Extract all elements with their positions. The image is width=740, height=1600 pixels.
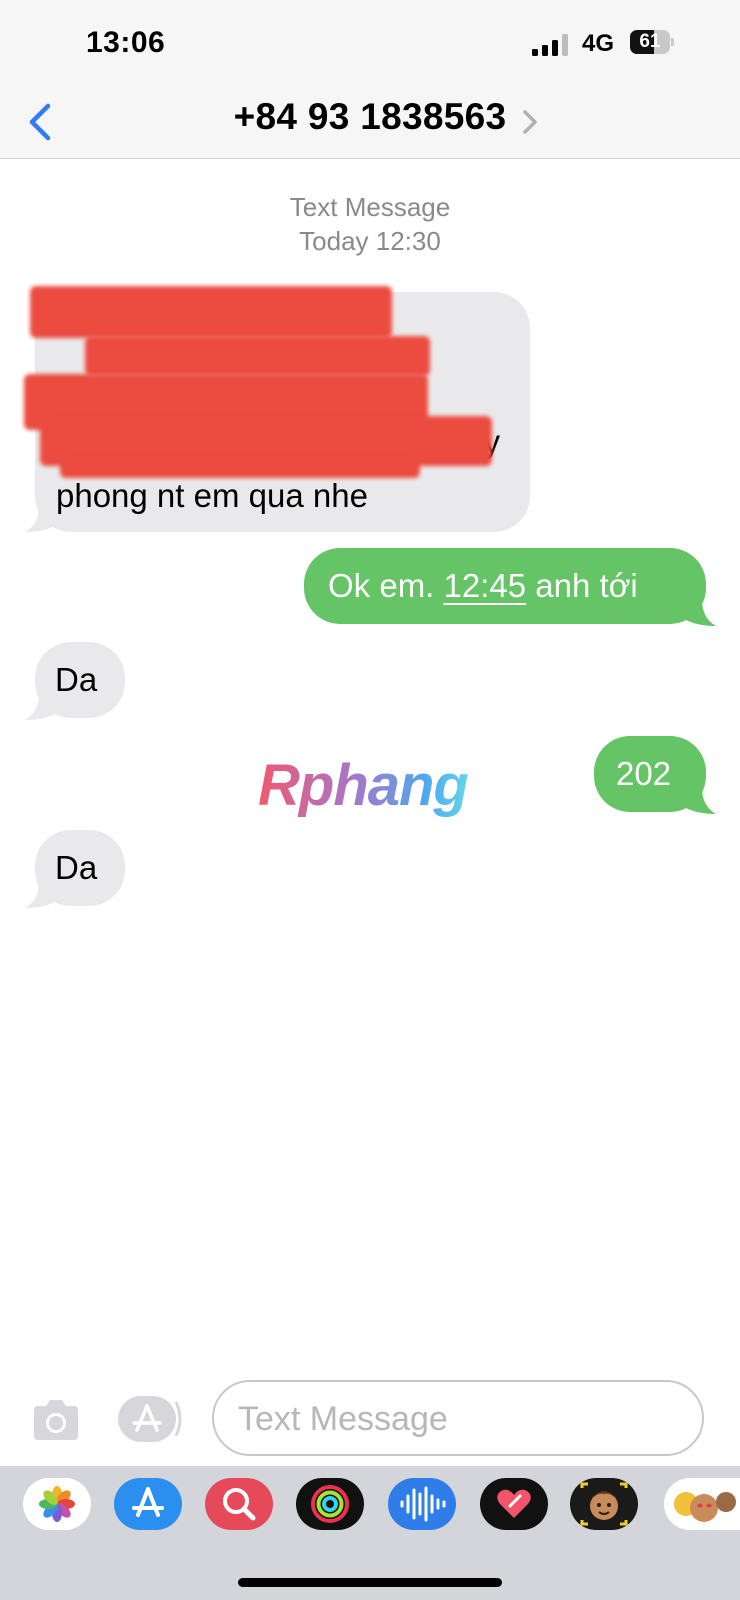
battery-icon: 61: [630, 30, 674, 56]
message-text: Ok em.: [328, 567, 444, 604]
bubble-tail: [686, 600, 716, 626]
cellular-signal-icon: [532, 34, 568, 56]
conversation-header: +84 93 1838563: [0, 88, 740, 159]
activity-icon[interactable]: [296, 1478, 364, 1530]
message-text: anh tới: [526, 567, 638, 604]
chevron-right-icon[interactable]: [521, 108, 539, 136]
redaction-mark: [85, 336, 430, 376]
redaction-mark: [30, 286, 392, 338]
audio-message-icon[interactable]: [388, 1478, 456, 1530]
message-outgoing[interactable]: Ok em. 12:45 anh tới: [304, 548, 706, 624]
status-bar: 13:06 4G 61: [0, 0, 740, 88]
watermark-logo: Rphang: [258, 753, 469, 818]
message-text: Da: [55, 661, 98, 698]
message-text: 202: [616, 755, 672, 792]
digital-touch-icon[interactable]: [480, 1478, 548, 1530]
app-store-button-icon[interactable]: [118, 1396, 184, 1442]
bubble-tail: [686, 788, 716, 814]
memoji-stickers-icon[interactable]: [664, 1478, 740, 1530]
contact-name[interactable]: +84 93 1838563: [0, 96, 740, 138]
battery-percent: 61: [639, 31, 661, 52]
network-type: 4G: [582, 30, 615, 57]
thread-timestamp: Today 12:30: [299, 226, 441, 256]
camera-icon[interactable]: [30, 1398, 82, 1442]
home-indicator: [238, 1578, 502, 1587]
status-time: 13:06: [86, 26, 166, 59]
redaction-mark: [60, 456, 420, 478]
app-store-icon[interactable]: [114, 1478, 182, 1530]
bubble-tail: [25, 506, 55, 532]
photos-icon[interactable]: [23, 1478, 91, 1530]
bubble-tail: [25, 882, 55, 908]
composer-row: [0, 1378, 740, 1458]
message-text: Da: [55, 849, 98, 886]
memoji-icon[interactable]: [570, 1478, 638, 1530]
message-input-field[interactable]: [212, 1380, 704, 1456]
bubble-tail: [25, 694, 55, 720]
time-link[interactable]: 12:45: [444, 567, 527, 604]
service-label: Text Message: [289, 192, 451, 222]
image-search-icon[interactable]: [205, 1478, 273, 1530]
message-input[interactable]: [236, 1382, 680, 1456]
app-drawer: [0, 1466, 740, 1600]
